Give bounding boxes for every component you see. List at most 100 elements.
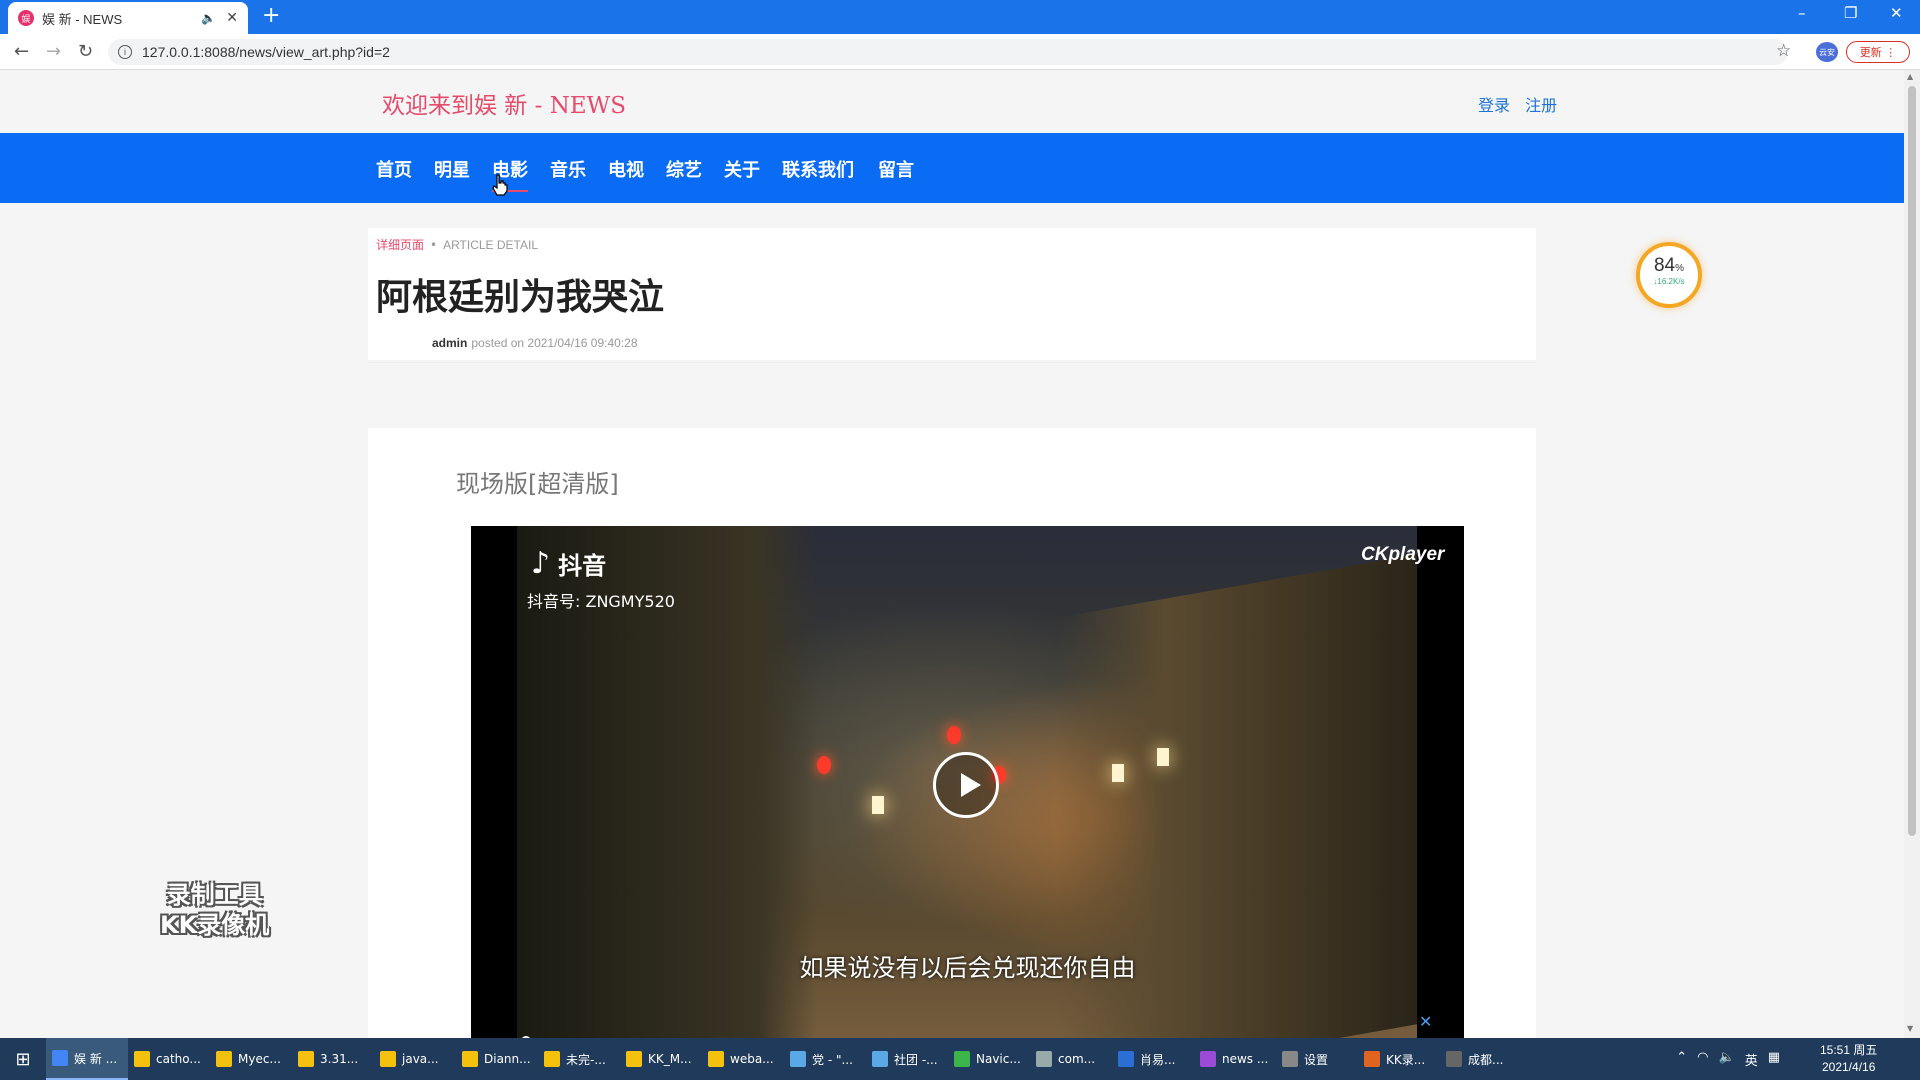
scroll-thumb[interactable] xyxy=(1908,86,1916,836)
main-nav: 首页 明星 电影 音乐 电视 综艺 关于 联系我们 留言 xyxy=(0,133,1904,203)
site-info-icon[interactable]: i xyxy=(118,45,132,59)
site-favicon-icon: 娱 xyxy=(18,10,34,26)
posted-date: posted on 2021/04/16 09:40:28 xyxy=(471,336,638,350)
app-icon xyxy=(134,1051,150,1067)
network-speed-widget[interactable]: 84% ↓16.2K/s xyxy=(1636,242,1702,308)
close-icon[interactable]: ✕ xyxy=(1419,1012,1432,1031)
taskbar-item[interactable]: 未完-... xyxy=(538,1038,620,1080)
reload-icon[interactable]: ↻ xyxy=(78,41,93,62)
taskbar-item[interactable]: Navic... xyxy=(948,1038,1030,1080)
app-icon xyxy=(544,1051,560,1067)
watermark-line1: 录制工具 xyxy=(166,881,263,909)
address-bar-row: ← → ↻ i 127.0.0.1:8088/news/view_art.php… xyxy=(0,34,1920,70)
minimize-icon[interactable]: – xyxy=(1798,4,1806,22)
login-link[interactable]: 登录 xyxy=(1478,96,1510,115)
system-tray: ⌃ ◠ 🔈 英 ▦ xyxy=(1676,1050,1780,1069)
nav-item-contact[interactable]: 联系我们 xyxy=(782,156,854,182)
nav-item-stars[interactable]: 明星 xyxy=(434,156,470,182)
taskbar-item[interactable]: 娱 新 ... xyxy=(46,1038,128,1080)
forward-icon[interactable]: → xyxy=(46,41,61,62)
video-player[interactable]: ♪ 抖音 抖音号: ZNGMY520 CKplayer 如果说没有以后会兑现还你… xyxy=(471,526,1464,1038)
video-section-title: 现场版[超清版] xyxy=(456,470,619,498)
url-text: 127.0.0.1:8088/news/view_art.php?id=2 xyxy=(142,44,390,60)
taskbar-item[interactable]: 党 - "... xyxy=(784,1038,866,1080)
app-icon xyxy=(1446,1051,1462,1067)
clock-date: 2021/4/16 xyxy=(1821,1060,1876,1074)
web-page: 欢迎来到娱 新 - NEWS 登录 注册 首页 明星 电影 音乐 电视 综艺 关… xyxy=(0,70,1904,1038)
article-header-card: 详细页面 • ARTICLE DETAIL 阿根廷别为我哭泣 admin posted… xyxy=(368,228,1536,363)
page-scrollbar[interactable]: ▲ ▼ xyxy=(1904,70,1920,1038)
taskbar-item[interactable]: 设置 xyxy=(1276,1038,1358,1080)
play-button[interactable] xyxy=(933,752,999,818)
taskbar-item-label: Navic... xyxy=(976,1052,1021,1066)
nav-item-guestbook[interactable]: 留言 xyxy=(878,156,914,182)
article-content-card: 现场版[超清版] ♪ 抖音 抖音号: ZNGMY520 CKplayer 如果说… xyxy=(368,428,1536,1038)
taskbar-item-label: java... xyxy=(402,1052,439,1066)
window-close-icon[interactable]: ✕ xyxy=(1890,4,1903,22)
app-icon xyxy=(790,1051,806,1067)
app-icon xyxy=(380,1051,396,1067)
tab-title: 娱 新 - NEWS xyxy=(42,11,123,27)
taskbar-item[interactable]: 社团 -... xyxy=(866,1038,948,1080)
bookmark-star-icon[interactable]: ☆ xyxy=(1776,41,1791,61)
taskbar-item[interactable]: KK_M... xyxy=(620,1038,702,1080)
taskbar-item-label: 肖易... xyxy=(1140,1052,1176,1067)
breadcrumb-detail[interactable]: 详细页面 xyxy=(376,238,424,252)
taskbar-item[interactable]: 成都... xyxy=(1440,1038,1522,1080)
update-button[interactable]: 更新 ⋮ xyxy=(1846,41,1910,63)
taskbar-item-label: weba... xyxy=(730,1052,774,1066)
nav-item-tv[interactable]: 电视 xyxy=(608,156,644,182)
taskbar-item[interactable]: Myec... xyxy=(210,1038,292,1080)
taskbar-item-label: 设置 xyxy=(1304,1052,1329,1067)
article-meta: admin posted on 2021/04/16 09:40:28 xyxy=(432,336,638,350)
taskbar-item[interactable]: com... xyxy=(1030,1038,1112,1080)
app-icon xyxy=(708,1051,724,1067)
taskbar-item-label: Myec... xyxy=(238,1052,281,1066)
new-tab-button[interactable]: + xyxy=(262,5,280,27)
windows-start-icon[interactable]: ⊞ xyxy=(0,1038,46,1080)
audio-playing-icon[interactable]: 🔈 xyxy=(201,11,216,25)
taskbar-item[interactable]: 3.31... xyxy=(292,1038,374,1080)
scroll-up-icon[interactable]: ▲ xyxy=(1907,72,1913,81)
taskbar-item-label: Diann... xyxy=(484,1052,531,1066)
taskbar-item[interactable]: java... xyxy=(374,1038,456,1080)
app-icon xyxy=(1200,1051,1216,1067)
taskbar-item[interactable]: news ... xyxy=(1194,1038,1276,1080)
restore-icon[interactable]: ❐ xyxy=(1844,4,1857,22)
taskbar-item[interactable]: catho... xyxy=(128,1038,210,1080)
back-icon[interactable]: ← xyxy=(14,41,29,62)
taskbar-item-label: com... xyxy=(1058,1052,1096,1066)
taskbar-item[interactable]: Diann... xyxy=(456,1038,538,1080)
taskbar-item[interactable]: 肖易... xyxy=(1112,1038,1194,1080)
close-tab-icon[interactable]: ✕ xyxy=(226,10,238,26)
app-icon xyxy=(1118,1051,1134,1067)
nav-item-music[interactable]: 音乐 xyxy=(550,156,586,182)
nav-item-about[interactable]: 关于 xyxy=(724,156,760,182)
app-icon xyxy=(298,1051,314,1067)
article-title: 阿根廷别为我哭泣 xyxy=(376,276,665,318)
site-header: 欢迎来到娱 新 - NEWS 登录 注册 xyxy=(0,70,1904,133)
tray-expand-icon[interactable]: ⌃ xyxy=(1676,1050,1687,1069)
breadcrumb: 详细页面 • ARTICLE DETAIL xyxy=(376,238,539,252)
platform-name: 抖音 xyxy=(558,552,607,580)
browser-tab-bar: 娱 娱 新 - NEWS 🔈 ✕ + – ❐ ✕ xyxy=(0,0,1920,34)
nav-item-home[interactable]: 首页 xyxy=(376,156,412,182)
network-icon[interactable]: ◠ xyxy=(1697,1050,1708,1069)
taskbar: ⊞ 娱 新 ... catho... Myec... 3.31... java... Di… xyxy=(0,1038,1920,1080)
taskbar-item[interactable]: weba... xyxy=(702,1038,784,1080)
register-link[interactable]: 注册 xyxy=(1525,96,1557,115)
browser-tab[interactable]: 娱 娱 新 - NEWS 🔈 ✕ xyxy=(8,2,248,34)
volume-icon[interactable]: 🔈 xyxy=(1719,1050,1735,1069)
nav-item-variety[interactable]: 综艺 xyxy=(666,156,702,182)
profile-avatar[interactable]: 云安 xyxy=(1816,42,1838,62)
app-icon xyxy=(872,1051,888,1067)
site-logo[interactable]: 欢迎来到娱 新 - NEWS xyxy=(382,86,626,120)
app-icon xyxy=(1364,1051,1380,1067)
taskbar-clock[interactable]: 15:51 周五 2021/4/16 xyxy=(1820,1042,1877,1076)
scroll-down-icon[interactable]: ▼ xyxy=(1907,1024,1913,1033)
ime-indicator[interactable]: 英 xyxy=(1745,1050,1758,1069)
speed-rate: ↓16.2K/s xyxy=(1653,277,1685,286)
url-field[interactable]: i 127.0.0.1:8088/news/view_art.php?id=2 xyxy=(108,39,1788,65)
keyboard-icon[interactable]: ▦ xyxy=(1768,1050,1780,1069)
taskbar-item[interactable]: KK录... xyxy=(1358,1038,1440,1080)
